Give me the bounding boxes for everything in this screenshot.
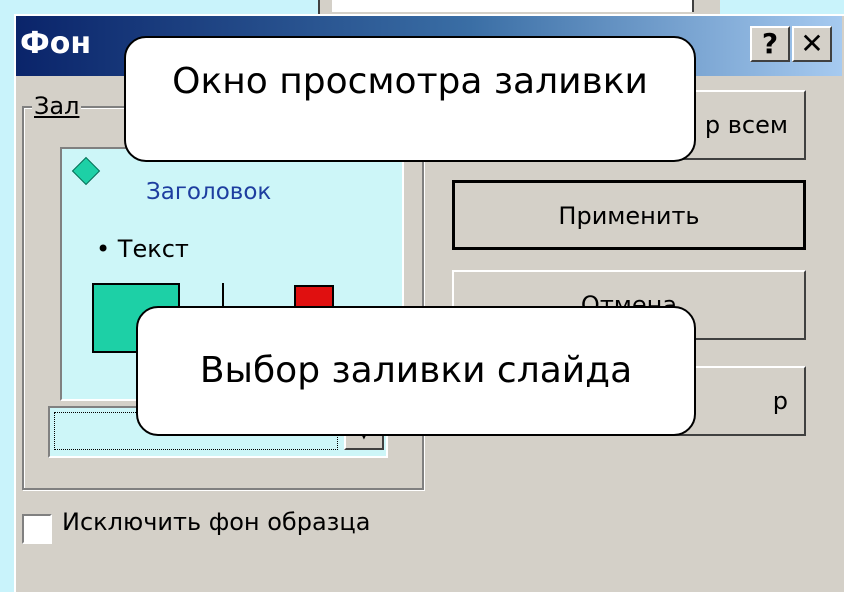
help-button[interactable]: ? [750,26,790,62]
callout-top: Окно просмотра заливки [124,36,696,162]
preview-heading: Заголовок [146,179,272,205]
exclude-master-background-checkbox[interactable] [22,514,52,544]
apply-button[interactable]: Применить [450,178,808,252]
callout-bottom: Выбор заливки слайда [136,306,696,436]
preview-bullet-text: • Текст [96,235,189,263]
background-window-strip [318,0,720,14]
close-button[interactable]: ✕ [792,26,832,62]
diamond-icon [71,156,101,186]
background-window-field [332,0,694,12]
exclude-master-background-label: Исключить фон образца [62,508,371,536]
dialog-title: Фон [20,26,92,61]
fill-group-label: Зал [32,92,82,120]
